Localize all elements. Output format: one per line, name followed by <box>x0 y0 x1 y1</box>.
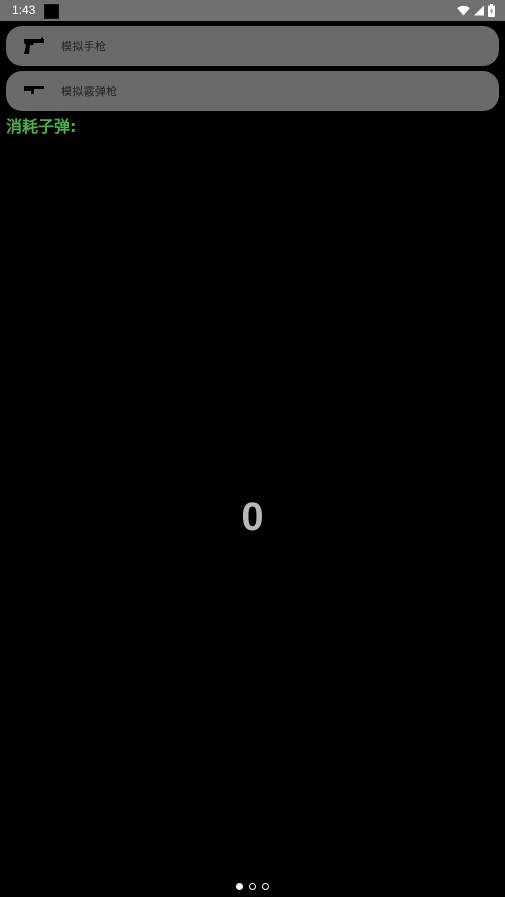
pistol-icon <box>22 34 46 58</box>
page-dot-3[interactable] <box>262 883 269 890</box>
wifi-icon <box>457 5 470 16</box>
page-indicator <box>0 883 505 890</box>
pistol-option-label: 模拟手枪 <box>61 40 107 53</box>
shotgun-option-button[interactable]: 模拟霰弹枪 <box>6 71 499 111</box>
app-screen: 1:43 模拟手枪 模拟霰弹枪 消耗子弹: 0 <box>0 0 505 897</box>
bullet-counter: 0 <box>241 495 264 539</box>
pistol-option-button[interactable]: 模拟手枪 <box>6 26 499 66</box>
status-icons <box>457 3 495 18</box>
battery-icon <box>488 4 495 17</box>
shotgun-icon <box>22 79 46 103</box>
page-dot-2[interactable] <box>249 883 256 890</box>
signal-icon <box>474 5 484 16</box>
status-bar: 1:43 <box>0 0 505 21</box>
shotgun-option-label: 模拟霰弹枪 <box>61 85 118 98</box>
page-dot-1[interactable] <box>236 883 243 890</box>
app-notification-icon <box>44 4 59 19</box>
bullets-consumed-title: 消耗子弹: <box>6 117 77 136</box>
status-time: 1:43 <box>12 3 36 17</box>
